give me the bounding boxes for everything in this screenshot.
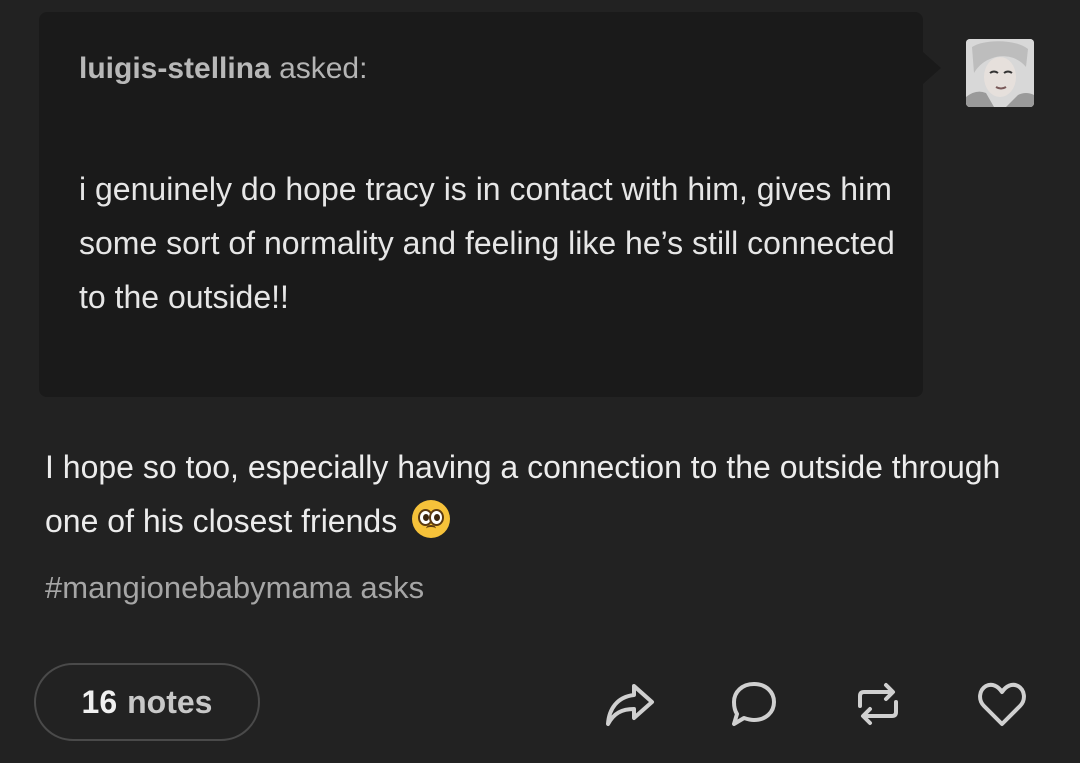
pleading-face-emoji xyxy=(412,500,451,538)
share-icon[interactable] xyxy=(602,676,658,732)
answer-body: I hope so too, especially having a conne… xyxy=(45,449,1001,539)
ask-question: i genuinely do hope tracy is in contact … xyxy=(79,171,895,315)
ask-card: luigis-stellina asked: i genuinely do ho… xyxy=(39,12,923,397)
notes-count: 16 xyxy=(81,683,118,720)
reblog-icon[interactable] xyxy=(850,676,906,732)
answer-text: I hope so too, especially having a conne… xyxy=(45,440,1035,548)
notes-button[interactable]: 16 notes xyxy=(34,663,260,741)
avatar[interactable] xyxy=(966,39,1034,107)
like-icon[interactable] xyxy=(974,676,1030,732)
notes-label: notes xyxy=(127,683,213,720)
ask-pointer xyxy=(923,52,941,84)
post-tags[interactable]: #mangionebabymama asks xyxy=(45,570,424,606)
reply-icon[interactable] xyxy=(726,676,782,732)
ask-header: luigis-stellina asked: xyxy=(79,52,367,86)
ask-verb: asked: xyxy=(279,52,368,85)
asker-name[interactable]: luigis-stellina xyxy=(79,52,271,85)
